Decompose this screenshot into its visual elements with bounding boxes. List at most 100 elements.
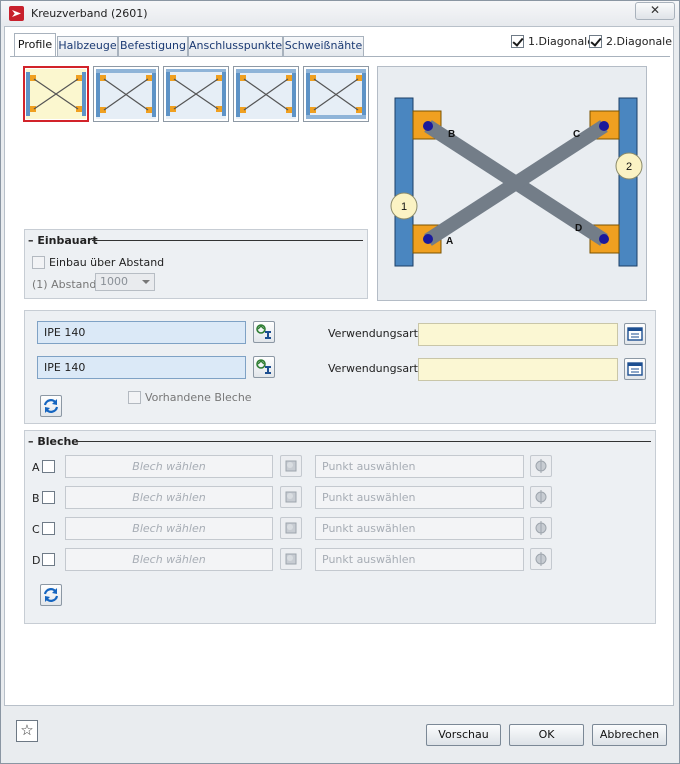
point-select-icon	[535, 521, 547, 535]
verwendungsart-1-field[interactable]	[418, 323, 618, 346]
point-label-d: D	[575, 223, 582, 234]
plate-select-icon	[285, 553, 297, 565]
bleche-title: – Bleche	[28, 435, 79, 448]
cross-bracing-preview: B C A D 1 2	[390, 97, 643, 267]
bleche-row-d-punkt-button[interactable]	[530, 548, 552, 570]
variant-4-icon	[236, 69, 296, 117]
bleche-row-c-blech-field[interactable]: Blech wählen	[65, 517, 273, 540]
member-label-1: 1	[401, 201, 407, 213]
close-button[interactable]: ✕	[635, 2, 675, 20]
einbauart-title: – Einbauart	[28, 234, 98, 247]
profile-1-field[interactable]: IPE 140	[37, 321, 246, 344]
refresh-icon	[43, 588, 59, 602]
variant-2-preview	[96, 69, 156, 119]
bleche-row-d-blech-field[interactable]: Blech wählen	[65, 548, 273, 571]
variant-5-preview	[306, 69, 366, 119]
verwendungsart-2-field[interactable]	[418, 358, 618, 381]
favorites-star-button[interactable]: ☆	[16, 720, 38, 742]
variant-thumb-4[interactable]	[233, 66, 299, 122]
bleche-row-c-blech-button[interactable]	[280, 517, 302, 539]
bleche-row-c-punkt-field[interactable]: Punkt auswählen	[315, 517, 524, 540]
einbauart-title-text: Einbauart	[37, 234, 98, 247]
ok-button[interactable]: OK	[509, 724, 584, 746]
preview-button[interactable]: Vorschau	[426, 724, 501, 746]
cancel-button[interactable]: Abbrechen	[592, 724, 667, 746]
tab-anschlusspunkte[interactable]: Anschlusspunkte	[188, 36, 283, 56]
verwendungsart-2-button[interactable]	[624, 358, 646, 380]
bleche-row-b-punkt-button[interactable]	[530, 486, 552, 508]
bleche-row-a-punkt-field[interactable]: Punkt auswählen	[315, 455, 524, 478]
bleche-row-a-punkt-button[interactable]	[530, 455, 552, 477]
variant-1-preview	[26, 69, 86, 119]
variant-thumb-2[interactable]	[93, 66, 159, 122]
bleche-row-a-label: A	[32, 461, 40, 474]
bleche-row-d-checkbox[interactable]	[42, 553, 55, 566]
variant-3-icon	[166, 69, 226, 116]
plate-select-icon	[285, 491, 297, 503]
profile-catalog-icon	[256, 324, 271, 339]
list-select-icon	[627, 327, 643, 341]
point-label-c: C	[573, 129, 580, 140]
point-label-a: A	[446, 236, 453, 247]
einbauart-rule	[92, 240, 363, 241]
verwendungsart-1-label: Verwendungsart:	[328, 327, 422, 340]
bleche-row-c-checkbox[interactable]	[42, 522, 55, 535]
point-select-icon	[535, 459, 547, 473]
app-logo-icon	[9, 6, 24, 21]
tab-befestigung[interactable]: Befestigung	[118, 36, 188, 56]
einbau-abstand-checkbox[interactable]	[32, 256, 45, 269]
bleche-row-b-punkt-field[interactable]: Punkt auswählen	[315, 486, 524, 509]
variant-3-preview	[166, 69, 226, 119]
einbau-abstand-label: Einbau über Abstand	[49, 256, 165, 269]
variant-5-icon	[306, 69, 366, 119]
bleche-row-c-label: C	[32, 523, 40, 536]
window-title: Kreuzverband (2601)	[31, 7, 148, 20]
profile-1-select-button[interactable]	[253, 321, 275, 343]
preview-frame: B C A D 1 2	[377, 66, 647, 301]
bleche-title-text: Bleche	[37, 435, 79, 448]
diagonal-2-checkbox[interactable]	[589, 35, 602, 48]
profiles-refresh-button[interactable]	[40, 395, 62, 417]
bleche-row-b-checkbox[interactable]	[42, 491, 55, 504]
tab-profile[interactable]: Profile	[14, 33, 56, 57]
bleche-row-a-blech-field[interactable]: Blech wählen	[65, 455, 273, 478]
abstand-combo[interactable]: 1000	[95, 273, 155, 291]
plate-select-icon	[285, 460, 297, 472]
variant-4-preview	[236, 69, 296, 119]
point-select-icon	[535, 552, 547, 566]
bleche-row-a-blech-button[interactable]	[280, 455, 302, 477]
tab-halbzeuge[interactable]: Halbzeuge	[57, 36, 118, 56]
chevron-down-icon	[142, 280, 150, 284]
bleche-row-d-label: D	[32, 554, 41, 567]
profile-2-select-button[interactable]	[253, 356, 275, 378]
bleche-rule	[77, 441, 651, 442]
variant-thumb-5[interactable]	[303, 66, 369, 122]
abstand-value: 1000	[100, 275, 128, 288]
verwendungsart-2-label: Verwendungsart:	[328, 362, 422, 375]
point-label-b: B	[448, 129, 455, 140]
vorhandene-bleche-checkbox[interactable]	[128, 391, 141, 404]
verwendungsart-1-button[interactable]	[624, 323, 646, 345]
bleche-row-b-blech-button[interactable]	[280, 486, 302, 508]
list-select-icon	[627, 362, 643, 376]
bleche-row-b-blech-field[interactable]: Blech wählen	[65, 486, 273, 509]
refresh-icon	[43, 399, 59, 413]
tab-strip-line	[10, 56, 670, 57]
variant-2-icon	[96, 69, 156, 117]
bleche-row-c-punkt-button[interactable]	[530, 517, 552, 539]
abstand-label: (1) Abstand:	[32, 278, 101, 291]
diagonal-1-checkbox[interactable]	[511, 35, 524, 48]
bleche-row-d-punkt-field[interactable]: Punkt auswählen	[315, 548, 524, 571]
vorhandene-bleche-label: Vorhandene Bleche	[145, 391, 252, 404]
bleche-row-a-checkbox[interactable]	[42, 460, 55, 473]
variant-thumb-1[interactable]	[23, 66, 89, 122]
tab-schweissnaehte[interactable]: Schweißnähte	[283, 36, 364, 56]
bleche-refresh-button[interactable]	[40, 584, 62, 606]
variant-thumb-3[interactable]	[163, 66, 229, 122]
bleche-row-d-blech-button[interactable]	[280, 548, 302, 570]
diagonal-2-label: 2.Diagonale	[606, 35, 673, 48]
profile-2-field[interactable]: IPE 140	[37, 356, 246, 379]
title-bar[interactable]: Kreuzverband (2601) ✕	[1, 1, 679, 27]
profile-catalog-icon	[256, 359, 271, 374]
variant-1-icon	[26, 72, 86, 116]
